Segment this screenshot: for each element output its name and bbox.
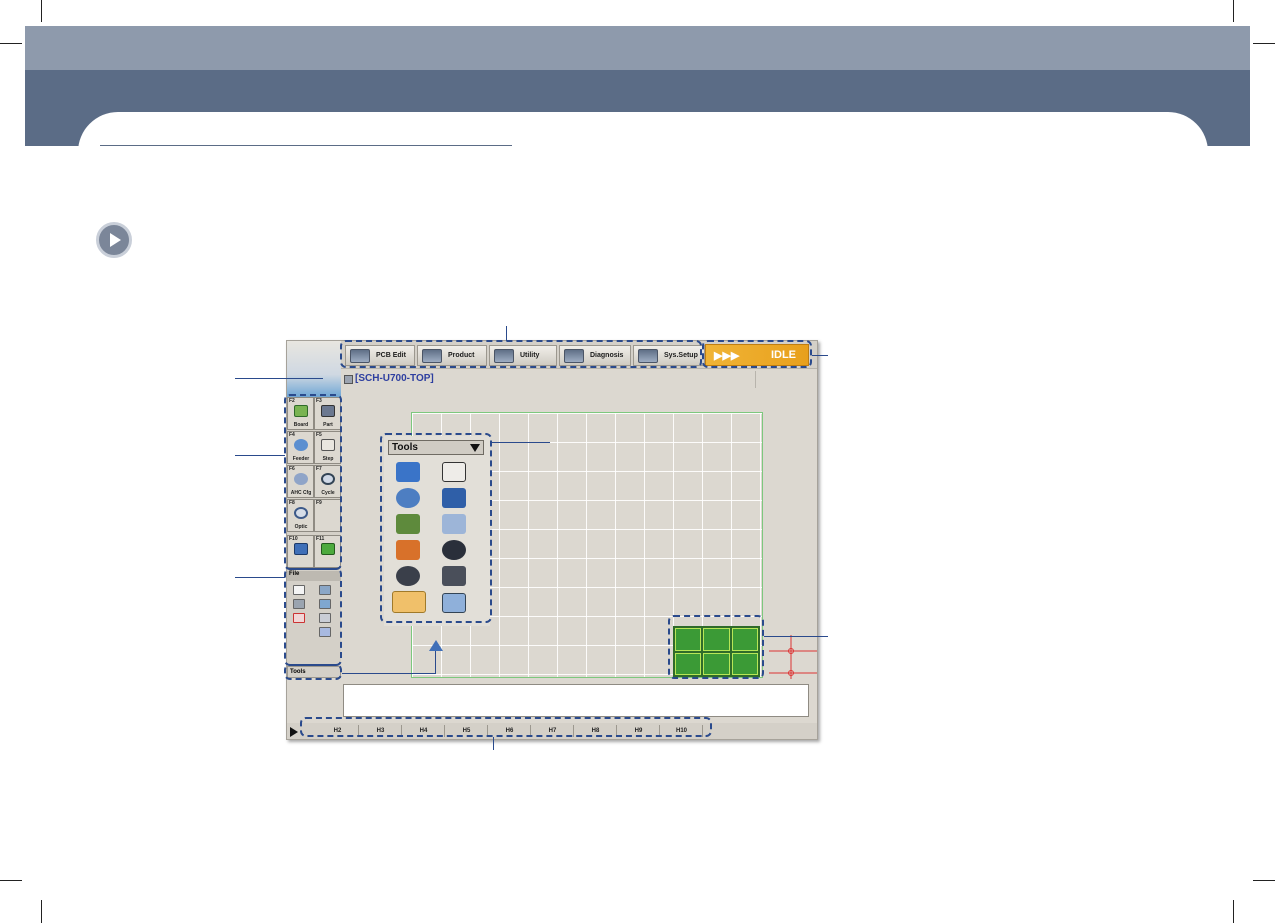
callout-tools-popup-outline: [380, 433, 492, 623]
content-tab: [78, 112, 1208, 172]
crop-mark: [1253, 880, 1275, 881]
manual-page: PCB Edit Product Utility Diagnosis Sys.S…: [0, 0, 1275, 923]
callout-line: [506, 326, 507, 341]
callout-line: [435, 650, 436, 674]
callout-line: [235, 455, 285, 456]
crop-mark: [41, 0, 42, 22]
callout-pcb-outline: [668, 615, 764, 679]
callout-file-outline: [284, 568, 342, 666]
crop-mark: [1233, 900, 1234, 923]
app-screenshot: PCB Edit Product Utility Diagnosis Sys.S…: [286, 340, 818, 740]
job-title: [SCH-U700-TOP]: [355, 373, 434, 384]
play-icon: [96, 222, 132, 258]
crop-mark: [0, 43, 22, 44]
header-band-light: [25, 26, 1250, 70]
callout-arrow-icon: [429, 640, 443, 651]
divider: [755, 371, 756, 388]
callout-line: [235, 378, 323, 379]
callout-menu-outline: [340, 340, 702, 368]
crop-mark: [41, 900, 42, 923]
callout-tools-tab-outline: [284, 664, 342, 680]
logo-area: [287, 341, 341, 397]
crop-mark: [0, 880, 22, 881]
message-box: [343, 684, 809, 717]
origin-marker: [769, 635, 817, 679]
job-icon: [344, 375, 353, 384]
callout-line: [235, 577, 285, 578]
crop-mark: [1233, 0, 1234, 22]
callout-fkeys-outline: [284, 394, 342, 570]
callout-line: [492, 442, 550, 443]
callout-line: [342, 673, 436, 674]
callout-hotkeys-outline: [300, 717, 712, 737]
callout-status-outline: [702, 340, 812, 368]
callout-line: [812, 355, 828, 356]
title-rule: [100, 145, 512, 146]
job-title-row: [SCH-U700-TOP]: [341, 371, 817, 388]
callout-line: [493, 737, 494, 750]
callout-line: [764, 636, 828, 637]
crop-mark: [1253, 43, 1275, 44]
play-icon[interactable]: [290, 727, 298, 737]
